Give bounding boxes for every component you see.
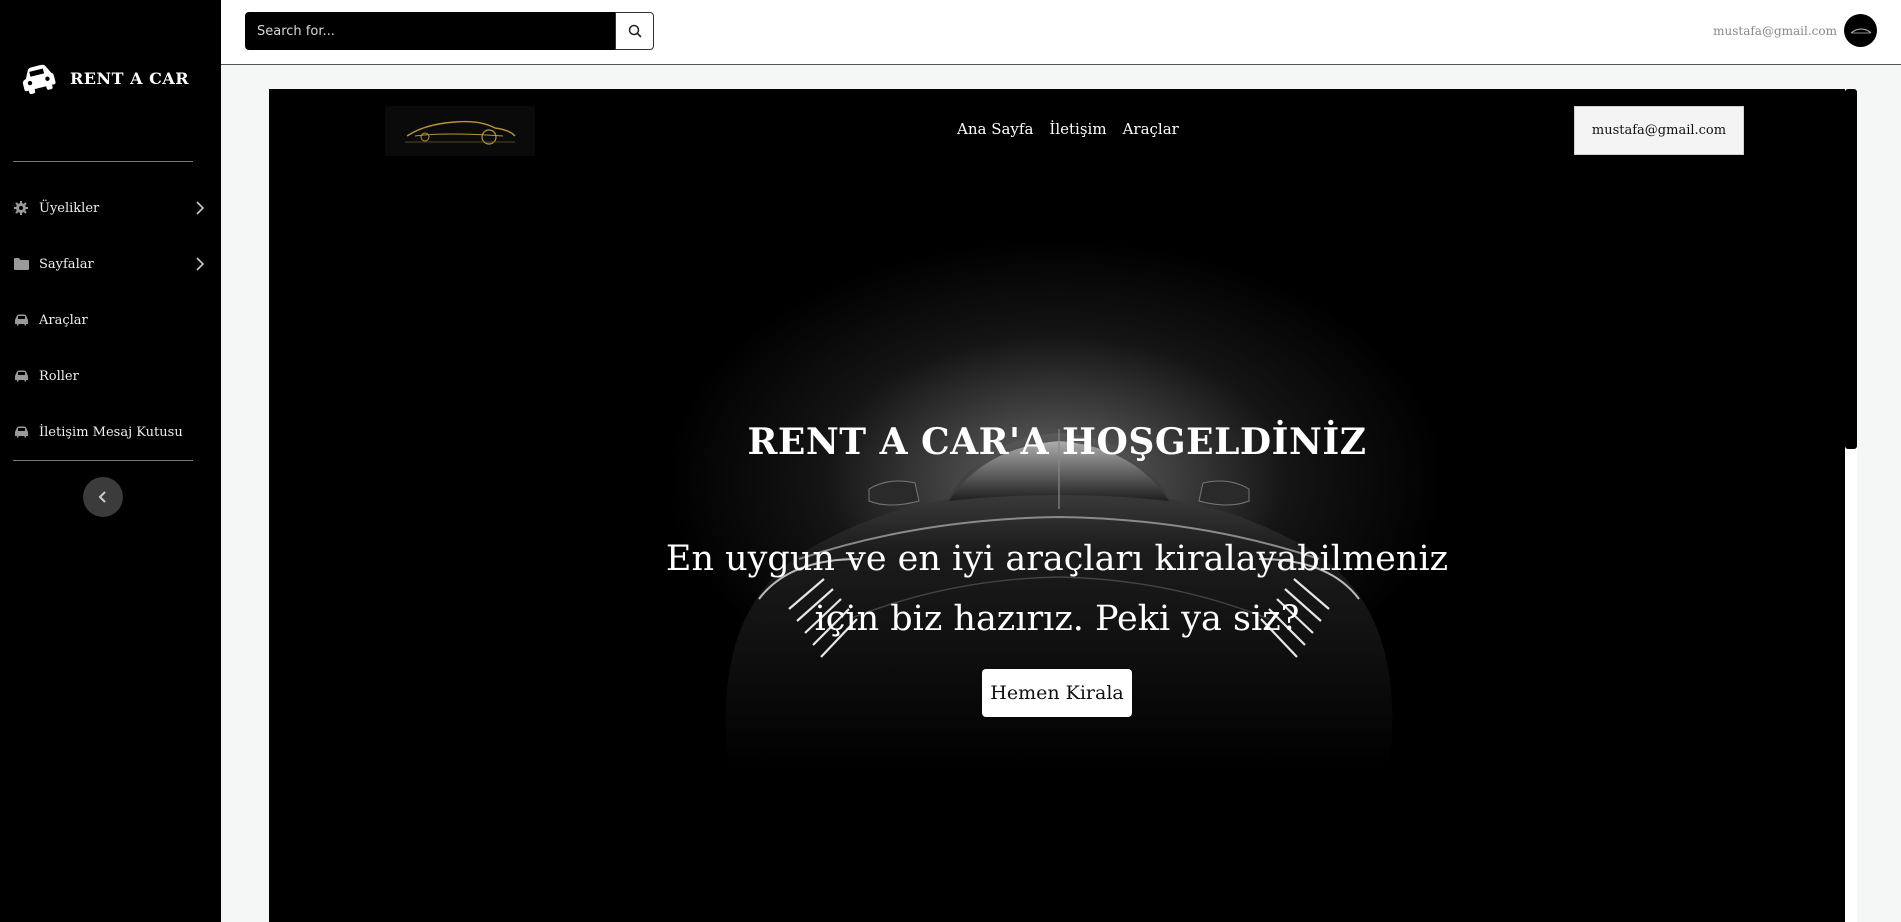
folder-icon bbox=[13, 257, 29, 271]
search-bar bbox=[245, 12, 654, 50]
sidebar: RENT A CAR Üyelikler Sayfalar Araçlar Ro… bbox=[0, 0, 221, 922]
car-icon bbox=[13, 369, 29, 383]
car-logo-icon bbox=[405, 120, 516, 145]
car-logo-icon bbox=[1850, 27, 1871, 33]
search-button[interactable] bbox=[615, 12, 654, 50]
car-icon bbox=[13, 313, 29, 327]
sidebar-divider bbox=[13, 161, 193, 162]
sidebar-item-iletisim-mesaj-kutusu[interactable]: İletişim Mesaj Kutusu bbox=[13, 417, 208, 447]
site-nav-iletisim[interactable]: İletişim bbox=[1049, 120, 1106, 138]
hero-subtitle: En uygun ve en iyi araçları kiralayabilm… bbox=[659, 529, 1455, 649]
rent-now-button[interactable]: Hemen Kirala bbox=[982, 669, 1132, 717]
sidebar-item-araclar[interactable]: Araçlar bbox=[13, 305, 208, 335]
avatar[interactable] bbox=[1844, 14, 1877, 47]
gear-icon bbox=[13, 201, 29, 215]
sidebar-collapse-button[interactable] bbox=[83, 477, 123, 517]
search-icon bbox=[628, 24, 642, 38]
user-email[interactable]: mustafa@gmail.com bbox=[1713, 24, 1837, 38]
scrollbar-thumb[interactable] bbox=[1845, 89, 1857, 449]
sidebar-item-label: İletişim Mesaj Kutusu bbox=[39, 424, 183, 440]
sidebar-item-label: Üyelikler bbox=[39, 200, 100, 216]
sidebar-item-sayfalar[interactable]: Sayfalar bbox=[13, 249, 208, 279]
chevron-right-icon bbox=[196, 201, 205, 215]
hero-title: RENT A CAR'A HOŞGELDİNİZ bbox=[747, 421, 1367, 463]
sidebar-item-label: Araçlar bbox=[39, 312, 88, 328]
chevron-left-icon bbox=[98, 491, 106, 503]
site-nav: Ana Sayfa İletişim Araçlar bbox=[957, 120, 1179, 138]
hero-subtitle-line: için biz hazırız. Peki ya siz? bbox=[814, 599, 1300, 639]
sidebar-item-uyelikler[interactable]: Üyelikler bbox=[13, 193, 208, 223]
topbar: mustafa@gmail.com bbox=[221, 0, 1901, 65]
site-user-button[interactable]: mustafa@gmail.com bbox=[1574, 106, 1744, 155]
chevron-right-icon bbox=[196, 257, 205, 271]
sidebar-item-roller[interactable]: Roller bbox=[13, 361, 208, 391]
sidebar-item-label: Roller bbox=[39, 368, 79, 384]
site-nav-araclar[interactable]: Araçlar bbox=[1123, 120, 1179, 138]
car-logo-icon bbox=[22, 64, 56, 94]
site-preview-frame: Ana Sayfa İletişim Araçlar mustafa@gmail… bbox=[269, 89, 1845, 922]
sidebar-divider bbox=[13, 460, 193, 461]
site-logo[interactable] bbox=[385, 106, 535, 156]
site-nav-ana-sayfa[interactable]: Ana Sayfa bbox=[957, 120, 1033, 138]
brand-name: RENT A CAR bbox=[70, 68, 190, 88]
search-input[interactable] bbox=[245, 12, 615, 50]
car-icon bbox=[13, 425, 29, 439]
sidebar-brand[interactable]: RENT A CAR bbox=[20, 62, 189, 94]
hero-subtitle-line: En uygun ve en iyi araçları kiralayabilm… bbox=[665, 539, 1449, 579]
sidebar-item-label: Sayfalar bbox=[39, 256, 94, 272]
